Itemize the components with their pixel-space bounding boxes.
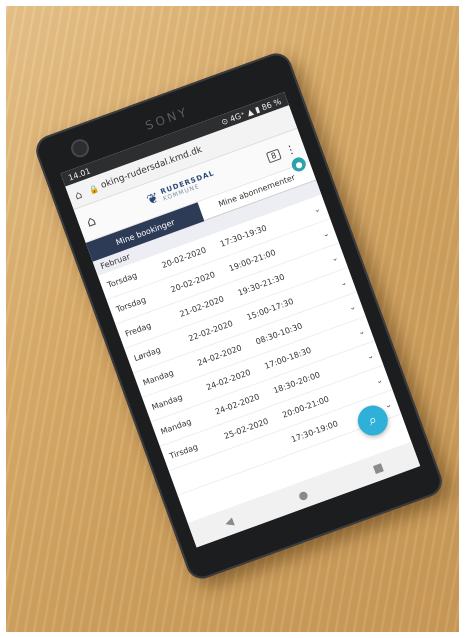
chevron-down-icon[interactable]: ⌄ [361,351,375,364]
browser-tab-count[interactable]: 8 [265,148,282,163]
chevron-down-icon[interactable]: ⌄ [352,326,366,339]
home-nav-icon[interactable]: ● [296,487,309,503]
photo: SONY 14.01 ⊙ 4G⁺ ▲ ▮ 86 % ⌂ 🔒 oking-rude… [6,6,459,632]
wheat-logo-icon: ❦ [144,189,162,209]
home-icon[interactable]: ⌂ [84,213,98,231]
chevron-down-icon[interactable]: ⌄ [316,228,330,241]
chevron-down-icon[interactable]: ⌄ [343,302,357,315]
lock-icon: 🔒 [87,183,101,195]
chevron-down-icon[interactable]: ⌄ [334,277,348,290]
back-icon[interactable]: ◀ [223,514,235,529]
browser-home-icon[interactable]: ⌂ [73,187,84,202]
chevron-down-icon[interactable]: ⌄ [369,375,383,388]
chevron-down-icon[interactable]: ⌄ [325,253,339,266]
chevron-down-icon[interactable]: ⌄ [307,204,321,217]
more-options-icon[interactable]: ⋮ [283,141,298,157]
booking-day [179,461,234,481]
recents-icon[interactable]: ■ [371,460,385,476]
